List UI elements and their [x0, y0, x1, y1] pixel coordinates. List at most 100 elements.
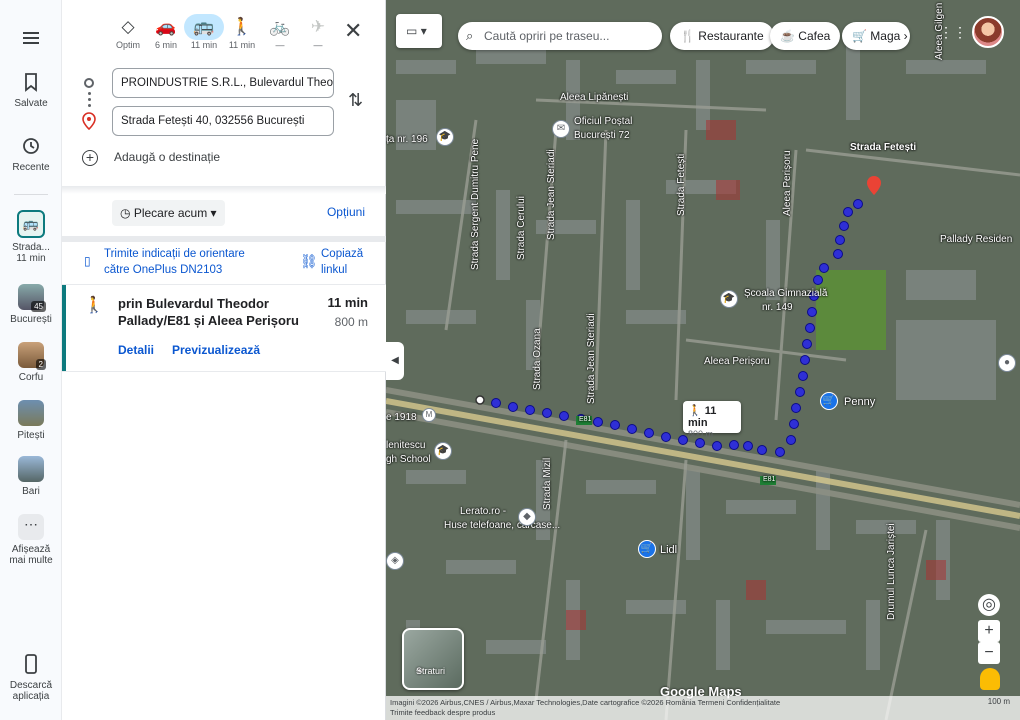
route-time: 11 min [327, 295, 368, 310]
map-imagery [386, 0, 1020, 720]
chevron-down-icon: ▾ [420, 24, 427, 38]
map-type-button[interactable]: ▭ ▾ [396, 14, 442, 48]
send-text-line-1: Trimite indicații de orientare [104, 248, 245, 260]
map-label: e 1918 [386, 412, 417, 423]
place-icon[interactable]: ◈ [386, 552, 404, 570]
map-label: Strada Jean Steriadi [586, 313, 597, 404]
menu-button[interactable] [0, 26, 62, 54]
more-dots-icon: ⋯ [18, 514, 44, 540]
zoom-out-button[interactable]: − [978, 642, 1000, 664]
my-location-icon[interactable]: ◎ [978, 594, 1000, 616]
attribution-bar: Imagini ©2026 Airbus,CNES / Airbus,Maxar… [386, 696, 1020, 720]
attribution-text[interactable]: Imagini ©2026 Airbus,CNES / Airbus,Maxar… [390, 698, 1016, 708]
mode-bike[interactable]: 🚲 — [260, 14, 300, 50]
details-link[interactable]: Detalii [118, 343, 154, 357]
chip-coffee[interactable]: ☕ Cafea [770, 22, 841, 50]
plus-icon: + [82, 150, 98, 166]
mode-best[interactable]: ◇ Optim [108, 14, 148, 50]
recent-place-bari[interactable]: Bari [0, 456, 62, 497]
zoom-in-button[interactable]: + [978, 620, 1000, 642]
chip-restaurants[interactable]: 🍴 Restaurante [670, 22, 774, 50]
map-label: nr. 149 [762, 302, 793, 313]
map-label: lenitescu [386, 440, 426, 451]
place-thumbnail: 45 [18, 284, 46, 312]
scale-bar: 100 m [987, 697, 1010, 706]
destination-pin-icon [82, 112, 96, 130]
map-label: Aleea Perișoru [782, 150, 793, 216]
destination-input[interactable]: Strada Fetești 40, 032556 București [112, 106, 334, 136]
clock-icon: ◷ [120, 206, 131, 220]
layers-button[interactable]: ◈ Straturi [402, 628, 464, 690]
avatar[interactable] [972, 16, 1004, 48]
map-label: Aleea Perișoru [704, 356, 770, 367]
close-icon[interactable]: ✕ [344, 18, 362, 44]
school-icon[interactable]: 🎓 [436, 128, 454, 146]
road-shield: E81 [763, 476, 776, 483]
map-label: Drumul Lunca Jariștei [886, 523, 897, 620]
origin-dot-icon [84, 78, 94, 88]
recent-place-bucuresti[interactable]: 45 București [0, 284, 62, 325]
post-office-icon[interactable]: ✉ [552, 120, 570, 138]
copy-link-button[interactable]: Copiază linkul [321, 246, 381, 278]
street-view-pegman-icon[interactable] [980, 668, 1000, 690]
mode-car[interactable]: 🚗 6 min [146, 14, 186, 50]
origin-input[interactable]: PROINDUSTRIE S.R.L., Bulevardul Theodor … [112, 68, 334, 98]
mode-label: Optim [115, 40, 140, 50]
place-icon[interactable]: ● [998, 354, 1016, 372]
map-label: Lidl [660, 544, 678, 556]
mode-flight[interactable]: ✈ — [298, 14, 338, 50]
link-icon: ⛓ [300, 253, 318, 269]
layers-label: Straturi [416, 666, 446, 676]
feedback-link[interactable]: Trimite feedback despre produs [390, 708, 1016, 718]
shopping-cart-icon[interactable]: 🛒 [820, 392, 838, 410]
walk-icon: 🚶 [688, 405, 702, 417]
preview-link[interactable]: Previzualizează [172, 343, 260, 357]
swap-icon[interactable]: ⇅ [348, 90, 363, 111]
download-app-button[interactable]: Descarcă aplicația [0, 652, 62, 702]
route-info-bubble[interactable]: 🚶 11 min 800 m [683, 401, 741, 439]
school-icon[interactable]: 🎓 [434, 442, 452, 460]
options-link[interactable]: Opțiuni [327, 205, 365, 219]
place-badge: 45 [31, 301, 46, 312]
saved-button[interactable]: Salvate [0, 70, 62, 109]
add-destination-label: Adaugă o destinație [114, 150, 221, 165]
school-icon[interactable]: 🎓 [720, 290, 738, 308]
mode-walk[interactable]: 🚶 11 min [222, 14, 262, 50]
divider [62, 236, 386, 242]
search-along-route-input[interactable]: ⌕ Caută opriri pe traseu... [458, 22, 662, 50]
map-label: Strada Fetești [676, 153, 687, 216]
map-label: București 72 [574, 130, 630, 141]
route-name: prin Bulevardul Theodor Pallady/E81 și A… [118, 295, 308, 329]
mode-transit[interactable]: 🚌 11 min [184, 14, 224, 50]
collapse-panel-button[interactable]: ◀ [386, 342, 404, 380]
route-dots-icon [88, 92, 91, 110]
place-thumbnail [18, 456, 44, 482]
recent-button[interactable]: Recente [0, 134, 62, 173]
recent-place-corfu[interactable]: 2 Corfu [0, 342, 62, 383]
active-trip-sub: 11 min [16, 253, 46, 264]
depart-label: Plecare acum [133, 206, 208, 220]
more-label-2: mai multe [9, 555, 53, 566]
metro-icon[interactable]: M [422, 408, 436, 422]
depart-time-dropdown[interactable]: ◷ Plecare acum ▾ [112, 200, 225, 226]
place-thumbnail [18, 400, 44, 426]
place-thumbnail: 2 [18, 342, 46, 370]
store-icon[interactable]: ◆ [518, 508, 536, 526]
active-trip-button[interactable]: 🚌 Strada... 11 min [0, 210, 62, 264]
divider [62, 186, 386, 194]
route-option[interactable]: 🚶 prin Bulevardul Theodor Pallady/E81 și… [62, 285, 386, 371]
satellite-map[interactable]: Aleea Lipănești Oficiul Poștal București… [386, 0, 1020, 720]
search-placeholder: Caută opriri pe traseu... [484, 29, 610, 43]
shopping-cart-icon[interactable]: 🛒 [638, 540, 656, 558]
add-destination-button[interactable]: + Adaugă o destinație [82, 150, 220, 166]
send-to-device-link[interactable]: Trimite indicații de orientare către One… [104, 246, 264, 278]
chip-label: Cafea [798, 29, 831, 43]
map-label: Penny [844, 396, 876, 408]
active-trip-label: Strada... [12, 242, 50, 253]
chip-shops[interactable]: 🛒 Maga › [842, 22, 910, 50]
place-label: București [10, 314, 52, 325]
mode-label: — [275, 40, 285, 50]
recent-place-pitesti[interactable]: Pitești [0, 400, 62, 441]
phone-icon [25, 654, 37, 674]
show-more-button[interactable]: ⋯ Afișează mai multe [0, 514, 62, 566]
